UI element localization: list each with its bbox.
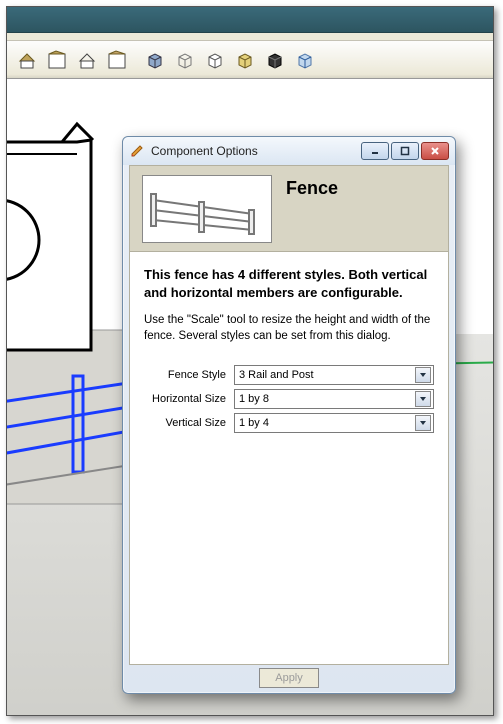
face-style-textured-button[interactable] [231, 46, 259, 74]
face-style-xray-button[interactable] [291, 46, 319, 74]
face-style-hidden-button[interactable] [171, 46, 199, 74]
chevron-down-icon [415, 367, 431, 383]
component-preview-area: Fence [129, 165, 449, 251]
pencil-icon [129, 143, 145, 159]
dialog-title: Component Options [151, 144, 361, 158]
horizontal-size-label: Horizontal Size [144, 393, 234, 405]
horizontal-size-value: 1 by 8 [239, 393, 269, 405]
fence-style-value: 3 Rail and Post [239, 369, 314, 381]
vertical-size-value: 1 by 4 [239, 417, 269, 429]
app-toolbar [7, 41, 493, 79]
style-preset-3-button[interactable] [73, 46, 101, 74]
fence-style-select[interactable]: 3 Rail and Post [234, 365, 434, 385]
vertical-size-select[interactable]: 1 by 4 [234, 413, 434, 433]
horizontal-size-select[interactable]: 1 by 8 [234, 389, 434, 409]
face-style-monochrome-button[interactable] [261, 46, 289, 74]
face-style-shaded-button[interactable] [141, 46, 169, 74]
style-preset-4-button[interactable] [103, 46, 131, 74]
face-style-wireframe-button[interactable] [201, 46, 229, 74]
component-description: Use the "Scale" tool to resize the heigh… [144, 313, 434, 344]
app-menubar [7, 33, 493, 41]
dialog-titlebar[interactable]: Component Options [123, 137, 455, 165]
dialog-content-pane: This fence has 4 different styles. Both … [129, 251, 449, 665]
chevron-down-icon [415, 391, 431, 407]
component-description-bold: This fence has 4 different styles. Both … [144, 266, 434, 301]
close-button[interactable] [421, 142, 449, 160]
component-name: Fence [286, 178, 338, 199]
fence-style-label: Fence Style [144, 369, 234, 381]
style-preset-2-button[interactable] [43, 46, 71, 74]
maximize-button[interactable] [391, 142, 419, 160]
style-preset-1-button[interactable] [13, 46, 41, 74]
minimize-button[interactable] [361, 142, 389, 160]
component-thumbnail [142, 175, 272, 243]
vertical-size-label: Vertical Size [144, 417, 234, 429]
app-titlebar [7, 7, 493, 33]
apply-button[interactable]: Apply [259, 668, 319, 688]
component-options-dialog: Component Options [122, 136, 456, 694]
chevron-down-icon [415, 415, 431, 431]
